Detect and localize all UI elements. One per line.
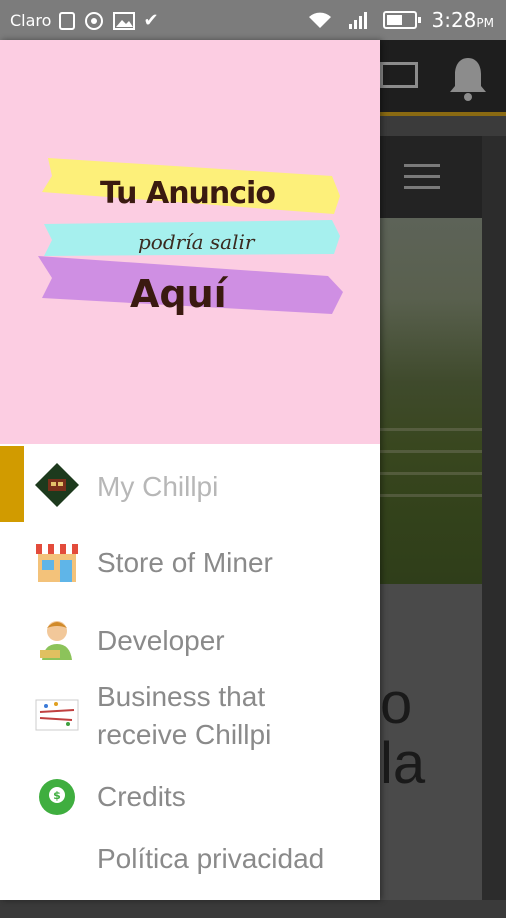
- clock-ampm: PM: [476, 16, 494, 30]
- background-edge: [482, 136, 506, 900]
- hotspot-icon: [85, 11, 104, 30]
- carrier-label: Claro: [10, 11, 52, 30]
- sim-icon: [59, 11, 76, 30]
- menu-item-label: Business that receive Chillpi: [97, 681, 272, 750]
- ad-banner[interactable]: Tu Anuncio podría salir Aquí: [0, 40, 380, 444]
- ad-callout: Aquí: [130, 272, 227, 316]
- menu-item-credits[interactable]: $ Credits: [0, 760, 380, 836]
- clock: 3:28PM: [431, 8, 494, 32]
- bell-icon: [450, 58, 486, 101]
- developer-icon: [40, 621, 72, 660]
- status-right: 3:28PM: [307, 8, 494, 32]
- menu-item-business[interactable]: Business that receive Chillpi: [0, 678, 380, 758]
- background-strip: [380, 116, 506, 136]
- ad-headline: Tu Anuncio: [100, 176, 276, 211]
- navigation-drawer: Tu Anuncio podría salir Aquí My Chillpi …: [0, 40, 380, 900]
- menu-item-label: Credits: [97, 781, 186, 812]
- clock-time: 3:28: [431, 8, 477, 32]
- status-left: Claro ✔: [10, 10, 159, 31]
- chillpi-logo-icon: [35, 463, 79, 507]
- background-heading: o la: [380, 674, 425, 794]
- background-photo: [380, 218, 482, 584]
- menu-item-privacy-policy[interactable]: Política privacidad: [0, 838, 380, 918]
- mail-icon: [380, 62, 418, 88]
- battery-icon: [383, 11, 422, 29]
- menu-item-store-of-miner[interactable]: Store of Miner: [0, 522, 380, 598]
- status-bar: Claro ✔ 3:28PM: [0, 0, 506, 40]
- image-icon: [113, 11, 136, 30]
- signal-icon: [349, 12, 368, 29]
- menu-item-developer[interactable]: Developer: [0, 600, 380, 676]
- hamburger-menu-icon: [380, 136, 482, 218]
- background-heading-line1: o: [380, 671, 413, 736]
- menu-item-label: Developer: [97, 625, 225, 656]
- wifi-icon: [309, 12, 332, 28]
- svg-text:$: $: [53, 789, 61, 802]
- ad-subline: podría salir: [138, 230, 255, 254]
- business-icon: [35, 699, 79, 731]
- menu-item-label: Política privacidad: [97, 843, 325, 874]
- menu-item-label: Store of Miner: [97, 547, 273, 578]
- download-done-icon: ✔: [143, 10, 159, 31]
- store-icon: [36, 544, 78, 582]
- background-toolbar: [380, 40, 506, 116]
- active-indicator: [0, 446, 24, 522]
- credits-icon: $: [39, 779, 75, 815]
- background-app: o la: [380, 40, 506, 900]
- menu-item-my-chillpi[interactable]: My Chillpi: [0, 444, 380, 522]
- menu-item-label: My Chillpi: [97, 471, 219, 502]
- background-heading-line2: la: [380, 731, 426, 796]
